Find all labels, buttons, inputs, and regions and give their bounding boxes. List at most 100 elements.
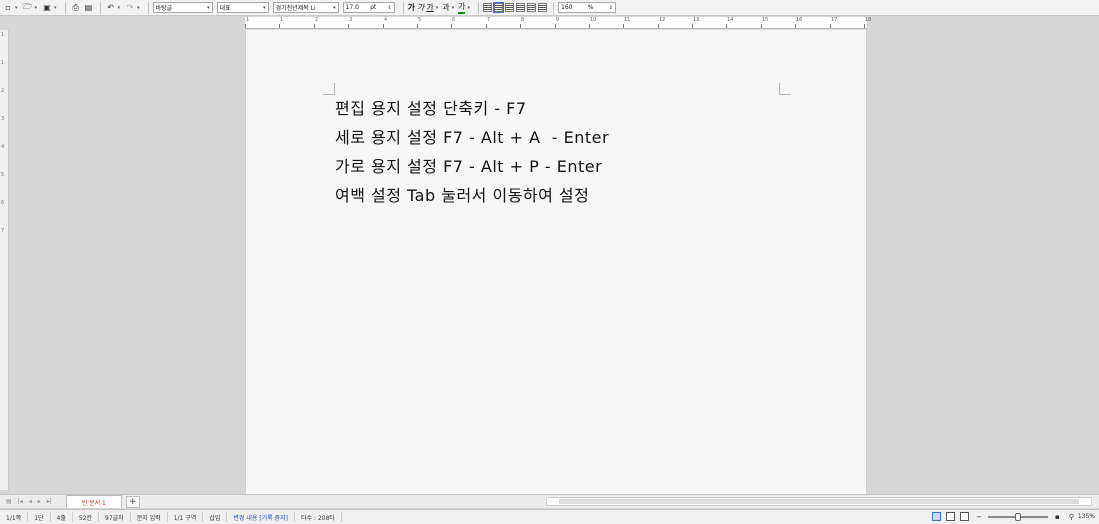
ruler-tick [830,24,831,28]
document-line-4[interactable]: 여백 설정 Tab 눌러서 이동하여 설정 [335,182,589,206]
align-divide-icon[interactable] [538,3,547,12]
ruler-mark: 7 [487,17,491,23]
full-screen-view-icon[interactable] [946,512,956,521]
ruler-mark: 4 [384,17,388,23]
font-select[interactable]: 경기천년제목 Li ▾ [272,2,339,13]
align-center-icon[interactable] [505,3,514,12]
style-select[interactable]: 바탕글 ▾ [152,2,213,13]
undo-icon[interactable]: ↶ [105,1,117,14]
font-size-field[interactable]: 17.0 pt ⇕ [342,2,395,13]
ruler-tick [795,24,796,28]
ruler-mark: 5 [418,17,422,23]
language-select[interactable]: 대표 ▾ [216,2,269,13]
first-tab-icon[interactable]: |◂ [18,498,23,505]
align-left-icon[interactable] [493,2,504,13]
style-select-value: 바탕글 [155,5,173,12]
open-folder-icon[interactable]: 🗁 [22,1,34,14]
zoom-out-icon[interactable]: − [976,513,982,521]
status-chars: 97글자 [99,512,131,522]
ruler-mark: 1 [280,17,284,23]
underline-dropdown-icon[interactable]: ▾ [436,5,439,11]
bold-button[interactable]: 가 [408,2,415,13]
ruler-tick [623,24,624,28]
tab-document-1[interactable]: 빈 문서 1 [65,495,122,508]
vruler-mark: 6 [1,200,5,206]
new-document-icon[interactable]: ▫ [2,1,14,14]
spinner-icon[interactable]: ⇕ [387,5,391,11]
vruler-mark: 5 [1,172,5,178]
strike-dropdown-icon[interactable]: ▾ [452,5,455,11]
redo-icon[interactable]: ↷ [124,1,136,14]
save-icon[interactable]: ▣ [41,1,53,14]
next-tab-icon[interactable]: ▸ [38,498,41,505]
document-line-3[interactable]: 가로 용지 설정 F7 - Alt + P - Enter [335,153,602,177]
horizontal-ruler[interactable]: 1 1 2 3 4 5 6 7 8 9 10 11 12 13 14 15 16 17 18 [245,17,871,29]
status-section: 1/1 구역 [168,512,204,522]
font-color-button[interactable]: 가 [458,1,466,14]
ruler-mark: 6 [452,17,456,23]
new-dropdown-icon[interactable]: ▾ [15,5,18,11]
add-tab-button[interactable]: + [125,495,140,508]
zoom-in-icon[interactable]: ▪ [1055,513,1060,521]
chevron-down-icon: ▾ [263,4,266,11]
vruler-mark: 2 [1,88,5,94]
ruler-tick [245,24,246,28]
align-justify-icon[interactable] [483,3,492,12]
document-page[interactable]: 편집 용지 설정 단축키 - F7 세로 용지 설정 F7 - Alt + A … [245,30,867,494]
last-tab-icon[interactable]: ▸| [47,498,52,505]
status-column: 1단 [28,512,51,522]
vertical-ruler[interactable]: 1 1 2 3 4 5 6 7 [0,30,9,490]
scrollbar-thumb[interactable] [559,499,1079,504]
prev-tab-icon[interactable]: ◂ [29,498,32,505]
redo-dropdown-icon[interactable]: ▾ [137,5,140,11]
status-bar: 1/1쪽 1단 4줄 52칸 97글자 문자 입력 1/1 구역 삽입 변경 내… [0,509,1099,524]
ruler-tick [314,24,315,28]
page-view-icon[interactable] [932,512,942,521]
zoom-value[interactable]: 135% [1078,513,1095,520]
font-color-dropdown-icon[interactable]: ▾ [467,5,470,11]
align-distribute-icon[interactable] [527,3,536,12]
view-controls: − ▪ ⚲ 135% [932,512,1095,521]
ruler-mark: 8 [521,17,525,23]
ruler-mark: 16 [796,17,803,23]
ruler-tick [279,24,280,28]
zoom-slider-knob[interactable] [1014,512,1021,521]
italic-button[interactable]: 가 [417,2,424,13]
main-toolbar: ▫ ▾ 🗁 ▾ ▣ ▾ ⎙ ▤ ↶ ▾ ↷ ▾ 바탕글 ▾ 대표 ▾ 경기천년제목 Li ▾ 1… [0,0,1099,16]
font-size-value: 17.0 [345,4,359,11]
status-insert-mode[interactable]: 삽입 [203,512,228,522]
ruler-tick [555,24,556,28]
chevron-down-icon: ▾ [333,4,336,11]
document-line-2[interactable]: 세로 용지 설정 F7 - Alt + A - Enter [335,124,609,148]
status-track-changes[interactable]: 변경 내용 [기록 중지] [227,512,295,522]
open-dropdown-icon[interactable]: ▾ [35,5,38,11]
ruler-mark: 3 [349,17,353,23]
print-icon[interactable]: ⎙ [70,1,82,14]
status-line: 4줄 [51,512,73,522]
ruler-mark: 12 [659,17,666,23]
ruler-mark: 9 [556,17,560,23]
strikethrough-button[interactable]: 과 [442,2,449,13]
ruler-mark: 17 [831,17,838,23]
status-page[interactable]: 1/1쪽 [0,512,29,522]
preview-icon[interactable]: ▤ [83,1,95,14]
underline-button[interactable]: 가 [426,2,433,13]
status-col: 52칸 [73,512,100,522]
align-right-icon[interactable] [516,3,525,12]
horizontal-scrollbar[interactable] [546,497,1092,506]
undo-dropdown-icon[interactable]: ▾ [118,5,121,11]
line-spacing-field[interactable]: 160% ⇕ [558,2,616,13]
spinner-icon[interactable]: ⇕ [609,5,613,11]
ruler-tick [761,24,762,28]
magnifier-icon[interactable]: ⚲ [1069,513,1074,521]
margin-corner-mark [779,83,791,95]
status-input-mode: 문자 입력 [131,512,168,522]
save-dropdown-icon[interactable]: ▾ [54,5,57,11]
web-view-icon[interactable] [960,512,970,521]
tab-list-icon[interactable]: ▤ [6,498,12,505]
ruler-tick [383,24,384,28]
ruler-mark: 18 [865,17,872,23]
zoom-slider[interactable] [987,512,1048,521]
status-typing-count: 타수 : 208타 [295,512,342,522]
document-line-1[interactable]: 편집 용지 설정 단축키 - F7 [335,95,527,119]
